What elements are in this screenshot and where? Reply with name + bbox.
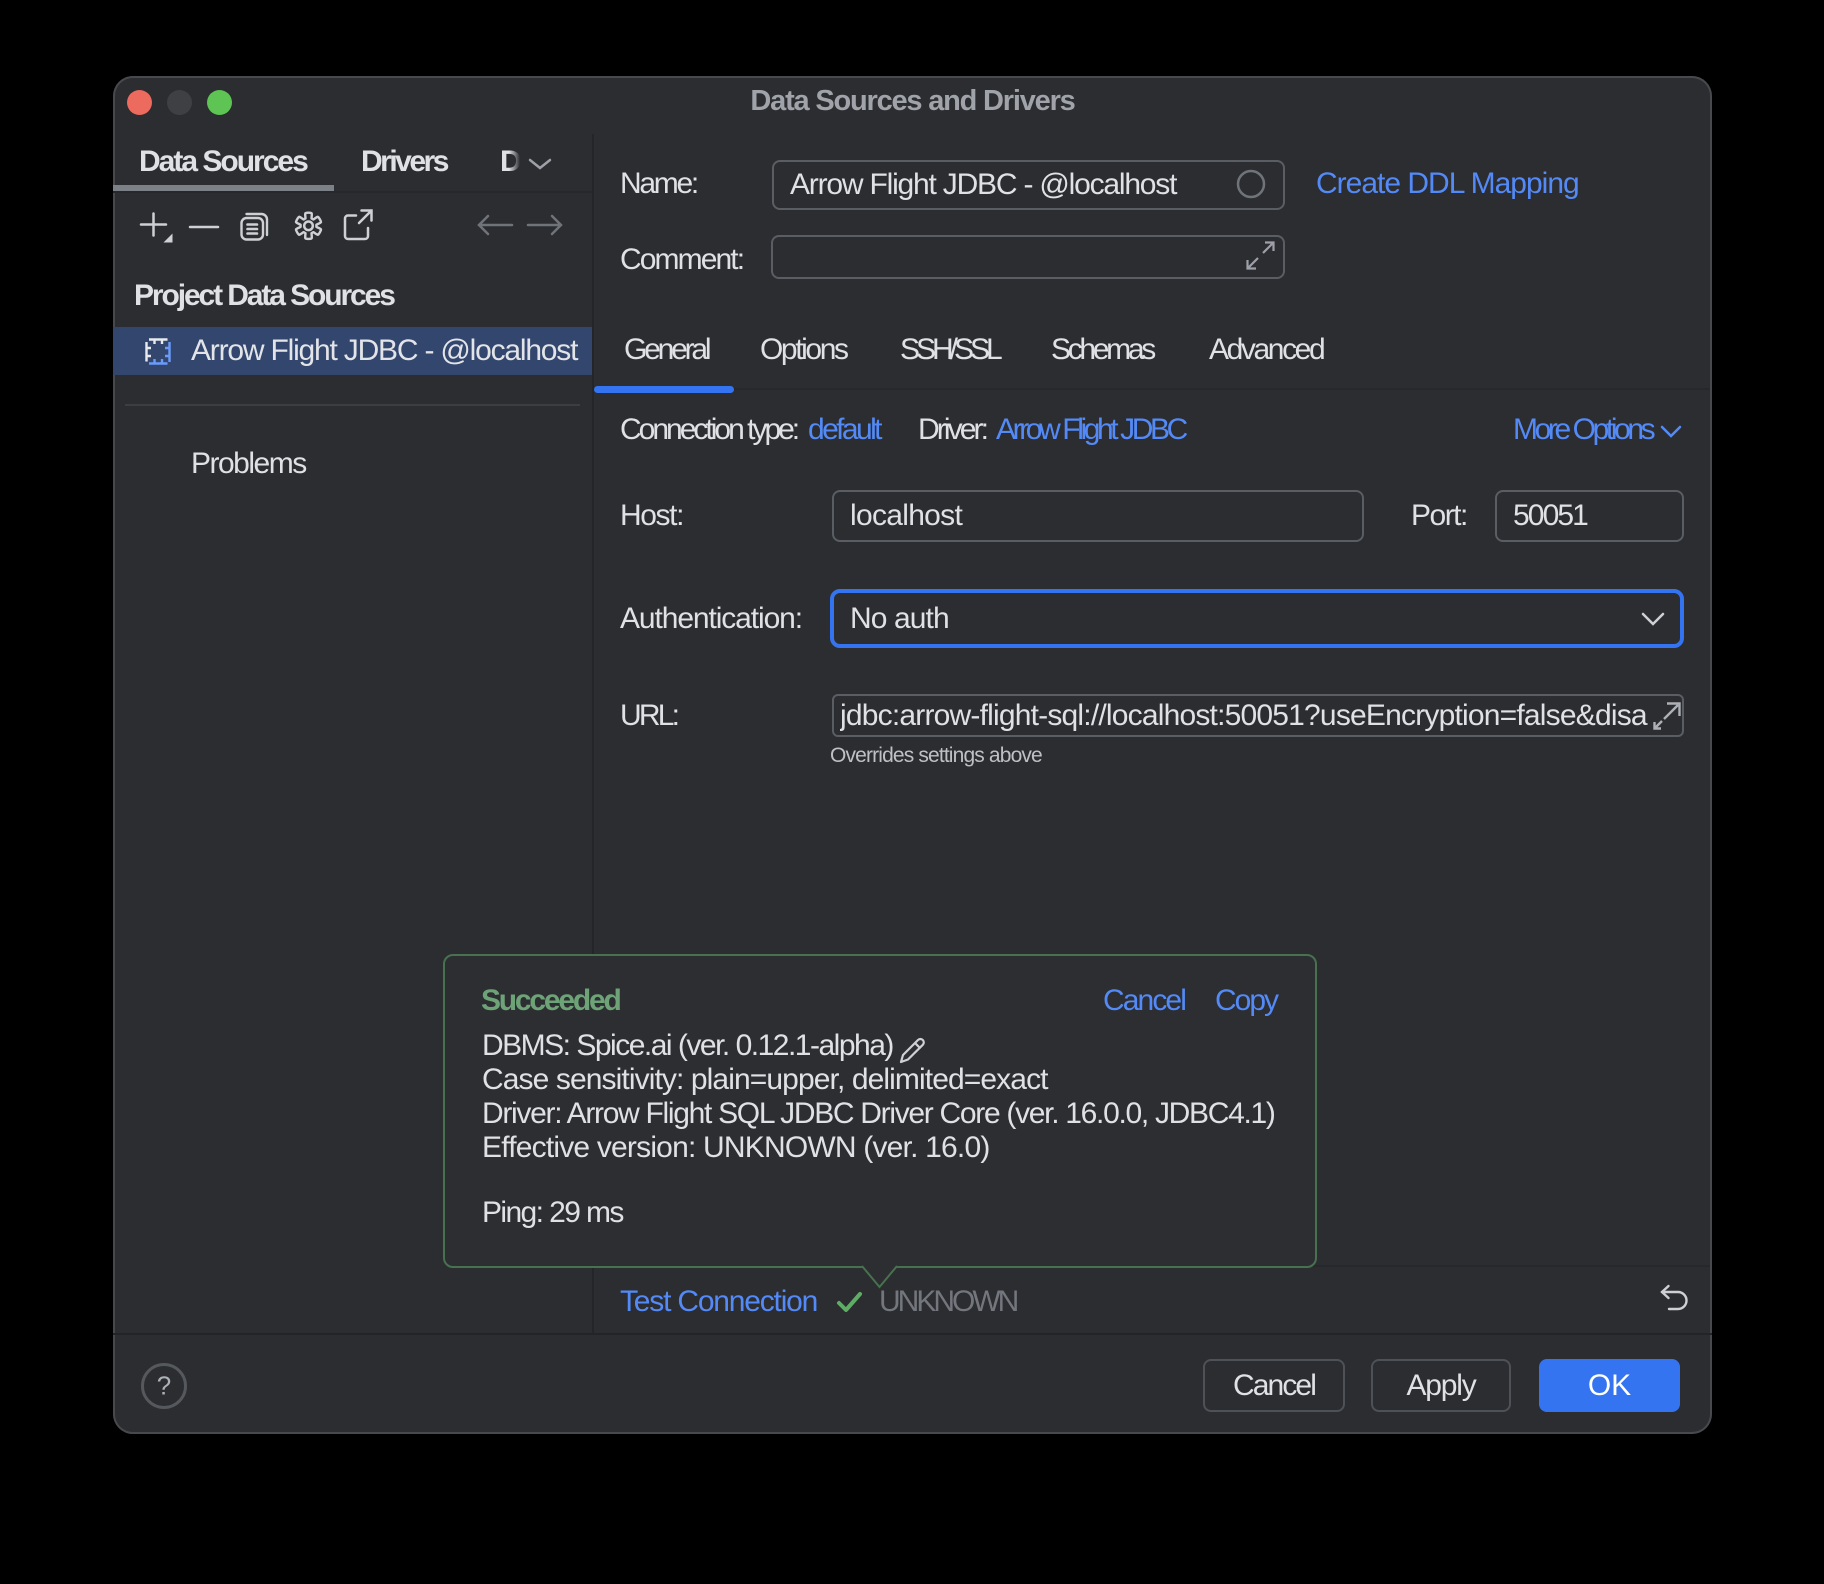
svg-text:?: ? — [157, 1371, 171, 1401]
